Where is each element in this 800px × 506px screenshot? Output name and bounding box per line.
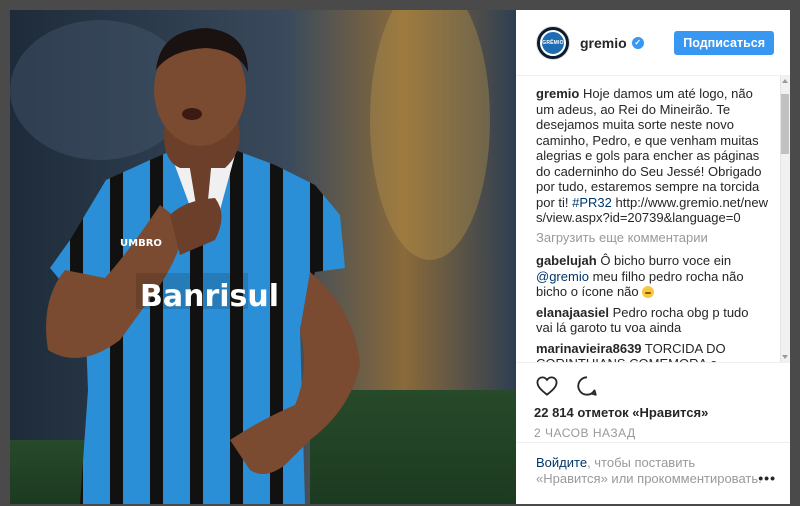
login-prompt: Войдите, чтобы поставить «Нравится» или … <box>516 442 790 486</box>
comment-item: elanajaasiel Pedro rocha obg p tudo vai … <box>536 305 768 336</box>
shirt-sponsor-text: Banrisul <box>140 279 279 314</box>
caption-hashtag[interactable]: #PR32 <box>572 195 612 210</box>
post-header: GRÊMIO gremio ✓ Подписаться <box>516 10 790 76</box>
like-count[interactable]: 22 814 отметок «Нравится» <box>534 405 770 420</box>
post-side-panel: GRÊMIO gremio ✓ Подписаться gremio Hoje … <box>516 10 790 504</box>
avatar-text: GRÊMIO <box>542 39 564 46</box>
player-photo: Banrisul UMBRO <box>10 10 516 504</box>
post-timestamp[interactable]: 2 ЧАСОВ НАЗАД <box>534 426 770 440</box>
comments-list[interactable]: gremio Hoje damos um até logo, não um ad… <box>516 76 790 362</box>
shirt-brand-text: UMBRO <box>120 238 162 249</box>
comment-item: gabelujah Ô bicho burro voce ein @gremio… <box>536 253 768 300</box>
comment-mention[interactable]: @gremio <box>536 269 589 284</box>
comment-username[interactable]: marinavieira8639 <box>536 341 642 356</box>
comment-username[interactable]: gabelujah <box>536 253 597 268</box>
comment-username[interactable]: elanajaasiel <box>536 305 609 320</box>
login-link[interactable]: Войдите <box>536 455 587 470</box>
sad-face-emoji-icon <box>642 286 655 298</box>
action-icons <box>534 371 770 401</box>
follow-button[interactable]: Подписаться <box>674 30 774 55</box>
scroll-down-arrow-icon[interactable] <box>782 355 788 359</box>
caption-text: Hoje damos um até logo, não um adeus, ao… <box>536 86 762 210</box>
club-crest-icon: GRÊMIO <box>540 29 566 56</box>
header-username[interactable]: gremio <box>580 35 627 51</box>
load-more-comments-link[interactable]: Загрузить еще комментарии <box>536 230 768 246</box>
caption-username[interactable]: gremio <box>536 86 579 101</box>
caption-url: http://www.gremio.net/news/view.aspx?id=… <box>536 194 768 226</box>
ellipsis-icon[interactable]: ••• <box>758 470 776 486</box>
app-frame: Banrisul UMBRO GRÊMIO gremio ✓ Подписать… <box>0 0 800 506</box>
comments-scrollbar[interactable] <box>780 76 790 362</box>
speech-bubble-icon[interactable] <box>574 373 600 399</box>
post-actions: 22 814 отметок «Нравится» 2 ЧАСОВ НАЗАД <box>516 362 790 440</box>
scrollbar-thumb[interactable] <box>781 94 789 154</box>
heart-outline-icon[interactable] <box>534 373 560 399</box>
post-caption: gremio Hoje damos um até logo, não um ad… <box>536 86 768 226</box>
avatar[interactable]: GRÊMIO <box>536 25 570 60</box>
comment-text: Ô bicho burro voce ein <box>600 253 732 268</box>
comment-item: marinavieira8639 TORCIDA DO CORINTHIANS … <box>536 341 768 363</box>
post-photo[interactable]: Banrisul UMBRO <box>10 10 516 504</box>
verified-check-icon: ✓ <box>631 36 644 49</box>
scroll-up-arrow-icon[interactable] <box>782 79 788 83</box>
